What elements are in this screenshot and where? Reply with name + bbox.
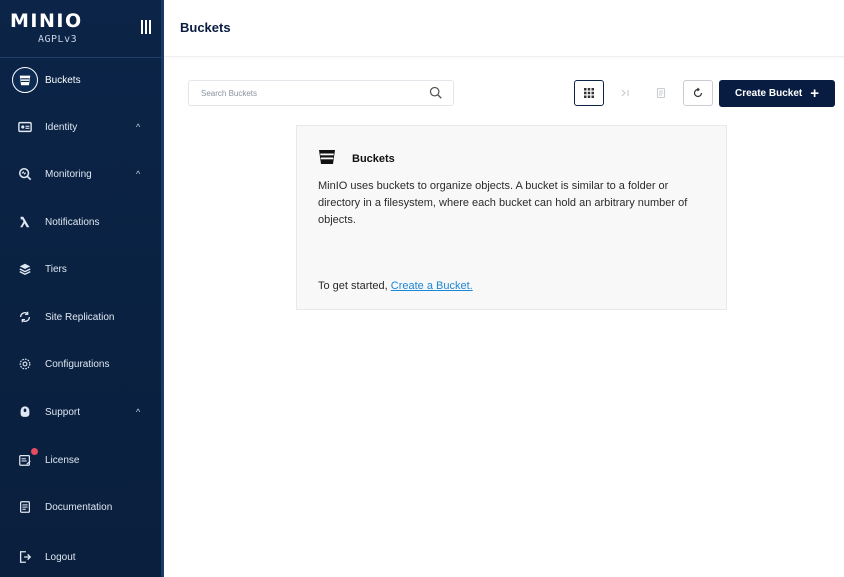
empty-state-cta: To get started, Create a Bucket. xyxy=(318,280,473,292)
replicate-button[interactable] xyxy=(610,80,640,106)
refresh-icon xyxy=(693,87,703,98)
sidebar-item-support[interactable]: Support ^ xyxy=(0,395,161,429)
page-header: Buckets xyxy=(164,0,844,57)
collapse-menu-icon[interactable] xyxy=(141,20,153,34)
support-icon xyxy=(13,400,37,424)
create-bucket-label: Create Bucket xyxy=(734,88,803,99)
chevron-up-icon[interactable]: ^ xyxy=(136,169,140,179)
sidebar-item-notifications[interactable]: Notifications xyxy=(0,205,161,239)
document-icon xyxy=(656,87,666,99)
sidebar-item-configurations[interactable]: Configurations xyxy=(0,347,161,381)
search-box xyxy=(188,80,454,106)
sidebar-item-monitoring[interactable]: Monitoring ^ xyxy=(0,157,161,191)
license-label: AGPLv3 xyxy=(38,34,78,45)
brand: MINIO AGPLv3 xyxy=(10,10,130,50)
sidebar-item-license[interactable]: License xyxy=(0,443,161,477)
tiers-icon xyxy=(13,257,37,281)
create-bucket-link[interactable]: Create a Bucket. xyxy=(391,280,473,292)
cta-prefix: To get started, xyxy=(318,280,391,292)
sidebar-item-site-replication[interactable]: Site Replication xyxy=(0,300,161,334)
grid-view-button[interactable] xyxy=(574,80,604,106)
search-input[interactable] xyxy=(189,81,409,105)
replication-icon xyxy=(13,305,37,329)
search-icon[interactable] xyxy=(429,86,443,100)
lifecycle-button[interactable] xyxy=(646,80,676,106)
chevron-up-icon[interactable]: ^ xyxy=(136,122,140,132)
documentation-icon xyxy=(13,495,37,519)
sidebar-item-tiers[interactable]: Tiers xyxy=(0,252,161,286)
refresh-button[interactable] xyxy=(683,80,713,106)
sidebar-item-label: Site Replication xyxy=(45,311,115,323)
lambda-icon xyxy=(13,210,37,234)
empty-state-title: Buckets xyxy=(352,153,395,165)
create-bucket-button[interactable]: Create Bucket + xyxy=(719,80,835,107)
chevron-up-icon[interactable]: ^ xyxy=(136,407,140,417)
sidebar-item-identity[interactable]: Identity ^ xyxy=(0,110,161,144)
replicate-icon xyxy=(621,89,629,97)
gear-icon xyxy=(13,352,37,376)
bucket-icon xyxy=(12,67,38,93)
grid-icon xyxy=(584,88,594,98)
sidebar-item-label: Documentation xyxy=(45,501,113,513)
page-title: Buckets xyxy=(180,20,231,35)
empty-state-card: Buckets MinIO uses buckets to organize o… xyxy=(296,125,727,310)
sidebar-item-label: Support xyxy=(45,406,81,418)
sidebar-item-label: Tiers xyxy=(45,263,67,275)
sidebar-item-label: Buckets xyxy=(45,74,81,86)
sidebar-item-label: Monitoring xyxy=(45,168,92,180)
minio-logo: MINIO xyxy=(10,10,83,32)
sidebar-item-label: Notifications xyxy=(45,216,100,228)
sidebar-item-label: Logout xyxy=(45,551,76,563)
empty-state-description: MinIO uses buckets to organize objects. … xyxy=(318,180,688,226)
plus-icon: + xyxy=(810,85,820,102)
sidebar: MINIO AGPLv3 Buckets Identity ^ Monitori… xyxy=(0,0,164,577)
sidebar-item-buckets[interactable]: Buckets xyxy=(0,63,161,97)
sidebar-item-logout[interactable]: Logout xyxy=(0,540,161,574)
sidebar-item-label: Configurations xyxy=(45,358,110,370)
sidebar-item-label: License xyxy=(45,454,80,466)
bucket-icon xyxy=(319,150,335,164)
identity-icon xyxy=(13,115,37,139)
sidebar-divider xyxy=(0,57,161,58)
notification-badge xyxy=(31,448,38,455)
logout-icon xyxy=(13,545,37,569)
sidebar-item-label: Identity xyxy=(45,121,78,133)
monitoring-icon xyxy=(13,162,37,186)
sidebar-item-documentation[interactable]: Documentation xyxy=(0,490,161,524)
